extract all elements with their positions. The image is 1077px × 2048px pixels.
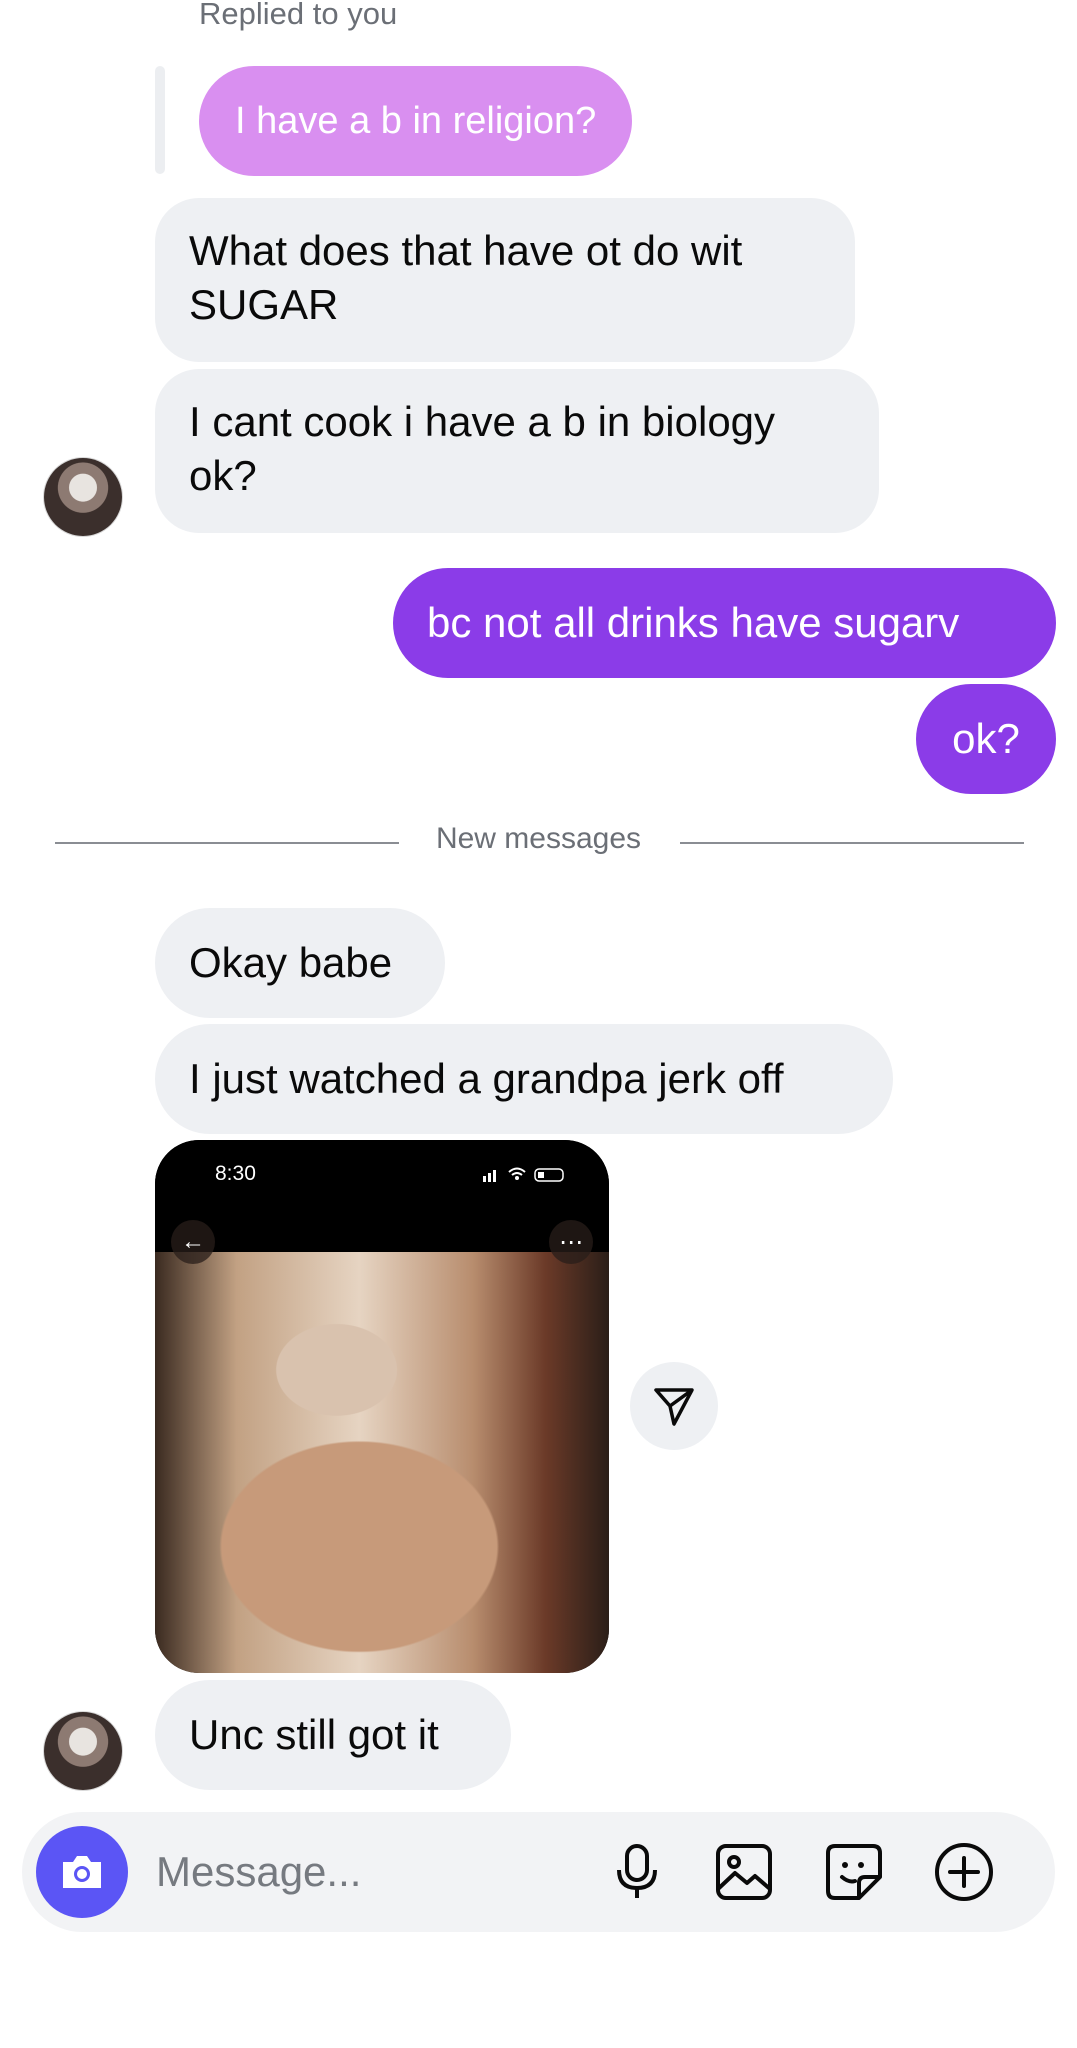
more-icon: ⋯ xyxy=(549,1220,593,1264)
new-messages-divider-right xyxy=(680,842,1024,844)
outgoing-message[interactable]: bc not all drinks have sugarv xyxy=(393,568,1056,678)
share-media-button[interactable] xyxy=(630,1362,718,1450)
gallery-button[interactable] xyxy=(712,1840,776,1904)
back-arrow-icon: ← xyxy=(171,1220,215,1264)
message-text: bc not all drinks have sugarv xyxy=(427,599,960,646)
replied-to-you-label: Replied to you xyxy=(199,0,398,31)
contact-avatar[interactable] xyxy=(44,458,122,536)
camera-button[interactable] xyxy=(36,1826,128,1918)
incoming-message[interactable]: Okay babe xyxy=(155,908,445,1018)
sticker-icon xyxy=(826,1844,882,1900)
media-status-time: 8:30 xyxy=(215,1162,256,1185)
message-text: Okay babe xyxy=(189,939,393,986)
incoming-message[interactable]: Unc still got it xyxy=(155,1680,511,1790)
camera-icon xyxy=(63,1856,101,1888)
outgoing-message[interactable]: ok? xyxy=(916,684,1056,794)
message-text: I just watched a grandpa jerk off xyxy=(189,1055,784,1102)
message-composer xyxy=(22,1812,1055,1932)
media-status-icons xyxy=(483,1166,573,1187)
message-text: ok? xyxy=(952,715,1020,762)
message-text: Unc still got it xyxy=(189,1711,439,1758)
message-input[interactable] xyxy=(156,1842,596,1902)
more-options-button[interactable] xyxy=(932,1840,996,1904)
incoming-message[interactable]: I just watched a grandpa jerk off xyxy=(155,1024,893,1134)
reply-quote-bar xyxy=(155,66,165,174)
plus-circle-icon xyxy=(935,1843,993,1901)
new-messages-divider-label: New messages xyxy=(435,822,642,855)
sticker-button[interactable] xyxy=(822,1840,886,1904)
send-share-icon xyxy=(654,1388,694,1426)
message-text: I cant cook i have a b in biology ok? xyxy=(189,398,776,499)
incoming-message[interactable]: What does that have ot do wit SUGAR xyxy=(155,198,855,362)
image-icon xyxy=(716,1844,772,1900)
media-status-bar: 8:30 xyxy=(155,1140,609,1252)
microphone-button[interactable] xyxy=(605,1840,669,1904)
media-photo xyxy=(155,1252,609,1673)
quoted-reply-bubble[interactable]: I have a b in religion? xyxy=(199,66,633,176)
incoming-message[interactable]: I cant cook i have a b in biology ok? xyxy=(155,369,879,533)
contact-avatar[interactable] xyxy=(44,1712,122,1790)
message-text: What does that have ot do wit SUGAR xyxy=(189,227,743,328)
microphone-icon xyxy=(617,1844,657,1898)
shared-media-message[interactable]: 8:30 ← ⋯ xyxy=(155,1140,609,1673)
